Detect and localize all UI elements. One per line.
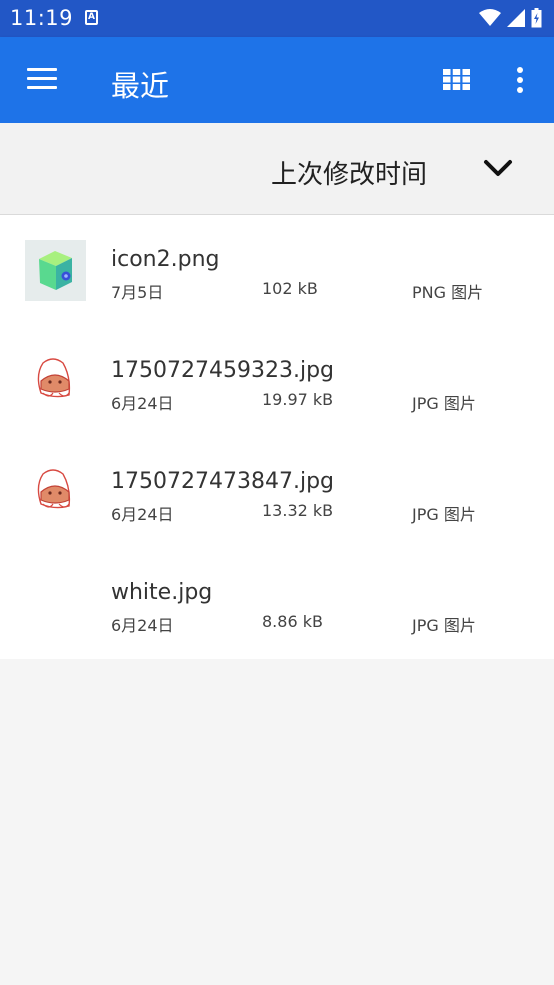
list-item[interactable]: white.jpg 6月24日 8.86 kB JPG 图片 — [0, 548, 554, 659]
file-list: icon2.png 7月5日 102 kB PNG 图片 17507274593… — [0, 215, 554, 659]
chevron-down-icon[interactable] — [482, 158, 514, 180]
file-type: JPG 图片 — [412, 505, 476, 524]
image-thumbnail — [25, 351, 86, 412]
file-date: 7月5日 — [111, 283, 164, 302]
file-type: JPG 图片 — [412, 616, 476, 635]
status-time: 11:19 — [10, 6, 74, 30]
file-name: white.jpg — [111, 580, 213, 605]
file-size: 102 kB — [262, 279, 318, 298]
battery-icon — [531, 8, 542, 28]
file-name: icon2.png — [111, 247, 220, 272]
file-name: 1750727473847.jpg — [111, 469, 334, 494]
file-type: PNG 图片 — [412, 283, 484, 302]
grid-view-icon[interactable] — [443, 69, 470, 90]
image-thumbnail — [25, 240, 86, 301]
list-item[interactable]: 1750727459323.jpg 6月24日 19.97 kB JPG 图片 — [0, 326, 554, 437]
file-date: 6月24日 — [111, 394, 174, 413]
status-icons — [479, 7, 542, 29]
file-type: JPG 图片 — [412, 394, 476, 413]
list-item[interactable]: 1750727473847.jpg 6月24日 13.32 kB JPG 图片 — [0, 437, 554, 548]
sort-label[interactable]: 上次修改时间 — [271, 154, 427, 191]
status-bar: 11:19 A — [0, 0, 554, 37]
page-title: 最近 — [111, 69, 170, 103]
image-thumbnail — [25, 573, 86, 634]
file-date: 6月24日 — [111, 505, 174, 524]
more-options-icon[interactable] — [510, 67, 530, 93]
sort-bar[interactable]: 上次修改时间 — [0, 123, 554, 215]
signal-icon — [507, 9, 525, 27]
file-size: 8.86 kB — [262, 612, 323, 631]
file-size: 19.97 kB — [262, 390, 334, 409]
list-item[interactable]: icon2.png 7月5日 102 kB PNG 图片 — [0, 215, 554, 326]
a-icon: A — [85, 10, 98, 25]
app-bar: 最近 — [0, 37, 554, 123]
menu-icon[interactable] — [27, 68, 59, 92]
file-date: 6月24日 — [111, 616, 174, 635]
file-size: 13.32 kB — [262, 501, 334, 520]
file-name: 1750727459323.jpg — [111, 358, 334, 383]
image-thumbnail — [25, 462, 86, 523]
wifi-icon — [479, 9, 501, 26]
